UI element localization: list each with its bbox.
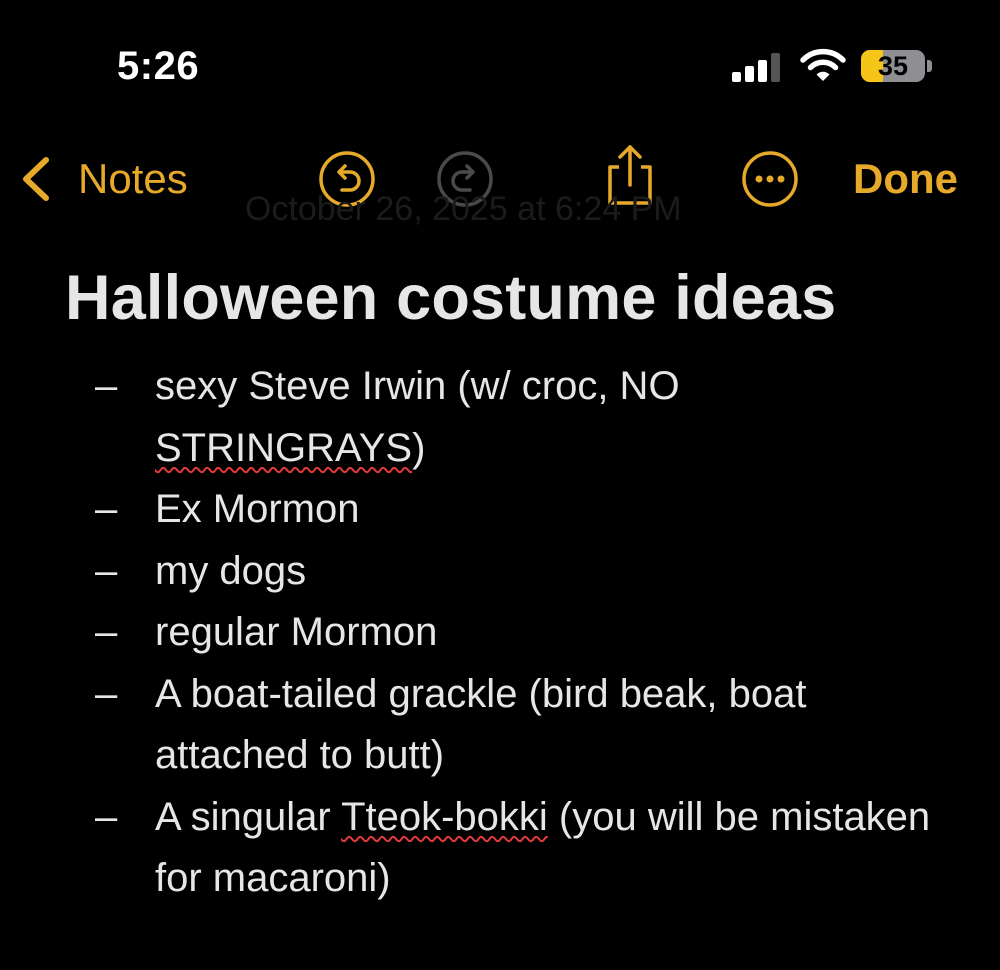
back-to-notes-button[interactable]: Notes (20, 150, 188, 208)
status-time: 5:26 (117, 44, 200, 88)
more-icon[interactable] (741, 150, 799, 208)
list-item-text: regular Mormon (155, 610, 438, 654)
misspelled-word: STRINGRAYS (155, 425, 413, 470)
list-item[interactable]: – regular Mormon (95, 602, 945, 664)
bullet-dash: – (95, 671, 118, 716)
note-date: October 26, 2025 at 6:24 PM (245, 190, 682, 228)
chevron-left-icon (23, 157, 49, 201)
bullet-dash: – (95, 610, 118, 654)
bullet-dash: – (95, 548, 118, 593)
note-title[interactable]: Halloween costume ideas (65, 262, 836, 334)
wifi-icon (800, 48, 846, 81)
list-item-text: A singular (155, 794, 342, 839)
back-button-label: Notes (78, 155, 188, 202)
list-item[interactable]: – A boat-tailed grackle (bird beak, boat … (95, 664, 945, 787)
notes-screen: 5:26 35 Notes Done October 26, 2025 at 6… (0, 0, 1000, 970)
list-item-text: A boat-tailed grackle (bird beak, boat a… (155, 671, 807, 778)
list-item[interactable]: – A singular Tteok-bokki (you will be mis… (95, 787, 945, 910)
list-item-text: Ex Mormon (155, 487, 360, 531)
battery-cap (927, 60, 932, 72)
note-bullet-list[interactable]: – sexy Steve Irwin (w/ croc, NO STRINGRAY… (95, 356, 945, 910)
done-button[interactable]: Done (853, 150, 958, 208)
misspelled-word: Tteok-bokki (341, 794, 548, 839)
list-item-text: ) (412, 425, 426, 470)
cellular-signal-icon (732, 52, 782, 82)
list-item[interactable]: – Ex Mormon (95, 479, 945, 541)
list-item[interactable]: – sexy Steve Irwin (w/ croc, NO STRINGRAY… (95, 356, 945, 479)
bullet-dash: – (95, 794, 118, 839)
bullet-dash: – (95, 364, 118, 408)
battery-level: 35 (877, 51, 909, 81)
list-item-text: my dogs (155, 548, 307, 593)
bullet-dash: – (95, 487, 118, 531)
battery-icon: 35 (861, 50, 925, 82)
list-item-text: sexy Steve Irwin (w/ croc, NO (155, 364, 680, 408)
list-item[interactable]: – my dogs (95, 541, 945, 603)
